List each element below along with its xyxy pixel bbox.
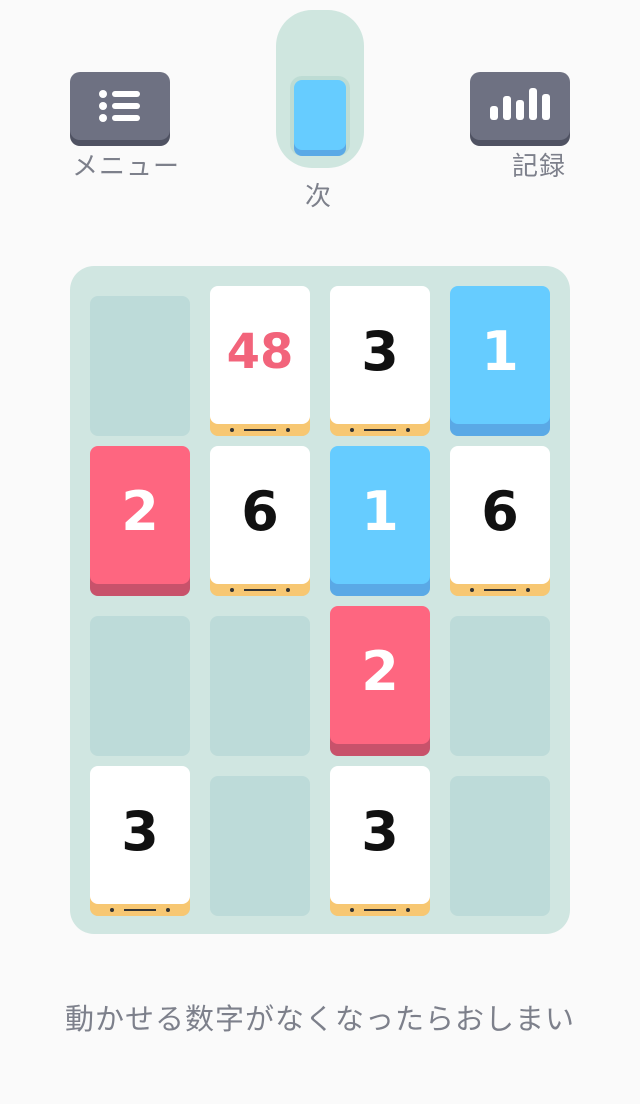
board-slot — [450, 776, 550, 916]
status-message: 動かせる数字がなくなったらおしまい — [64, 1002, 575, 1036]
number-card[interactable]: 3 — [330, 766, 430, 912]
number-card[interactable]: 48 — [210, 286, 310, 432]
card-face — [104, 907, 176, 913]
list-icon — [99, 90, 140, 122]
card-value: 2 — [121, 480, 159, 543]
records-label: 記録 — [512, 152, 567, 182]
card-face — [224, 587, 296, 593]
card-value: 1 — [481, 320, 519, 383]
card-value: 6 — [241, 480, 279, 543]
card-value: 3 — [361, 800, 399, 863]
card-value: 6 — [481, 480, 519, 543]
card-value: 48 — [226, 324, 294, 380]
menu-label: メニュー — [72, 152, 181, 182]
number-card[interactable]: 1 — [330, 446, 430, 584]
number-card[interactable]: 3 — [330, 286, 430, 432]
bar-chart-icon — [490, 88, 550, 120]
board-slot — [210, 776, 310, 916]
board-slot — [450, 616, 550, 756]
number-card[interactable]: 3 — [90, 766, 190, 912]
board-slot — [90, 616, 190, 756]
card-face — [224, 427, 296, 433]
card-value: 2 — [361, 640, 399, 703]
game-board[interactable]: 48 3 1 2 6 1 6 2 3 3 — [70, 266, 570, 934]
board-slot — [90, 296, 190, 436]
next-label: 次 — [305, 182, 333, 212]
next-card-preview — [294, 80, 346, 150]
number-card[interactable]: 6 — [450, 446, 550, 592]
card-face — [464, 587, 536, 593]
number-card[interactable]: 2 — [90, 446, 190, 584]
board-slot — [210, 616, 310, 756]
number-card[interactable]: 1 — [450, 286, 550, 424]
card-value: 3 — [361, 320, 399, 383]
number-card[interactable]: 6 — [210, 446, 310, 592]
records-button[interactable] — [470, 72, 570, 140]
card-value: 3 — [121, 800, 159, 863]
card-face — [344, 427, 416, 433]
menu-button[interactable] — [70, 72, 170, 140]
card-face — [344, 907, 416, 913]
number-card[interactable]: 2 — [330, 606, 430, 744]
card-value: 1 — [361, 480, 399, 543]
